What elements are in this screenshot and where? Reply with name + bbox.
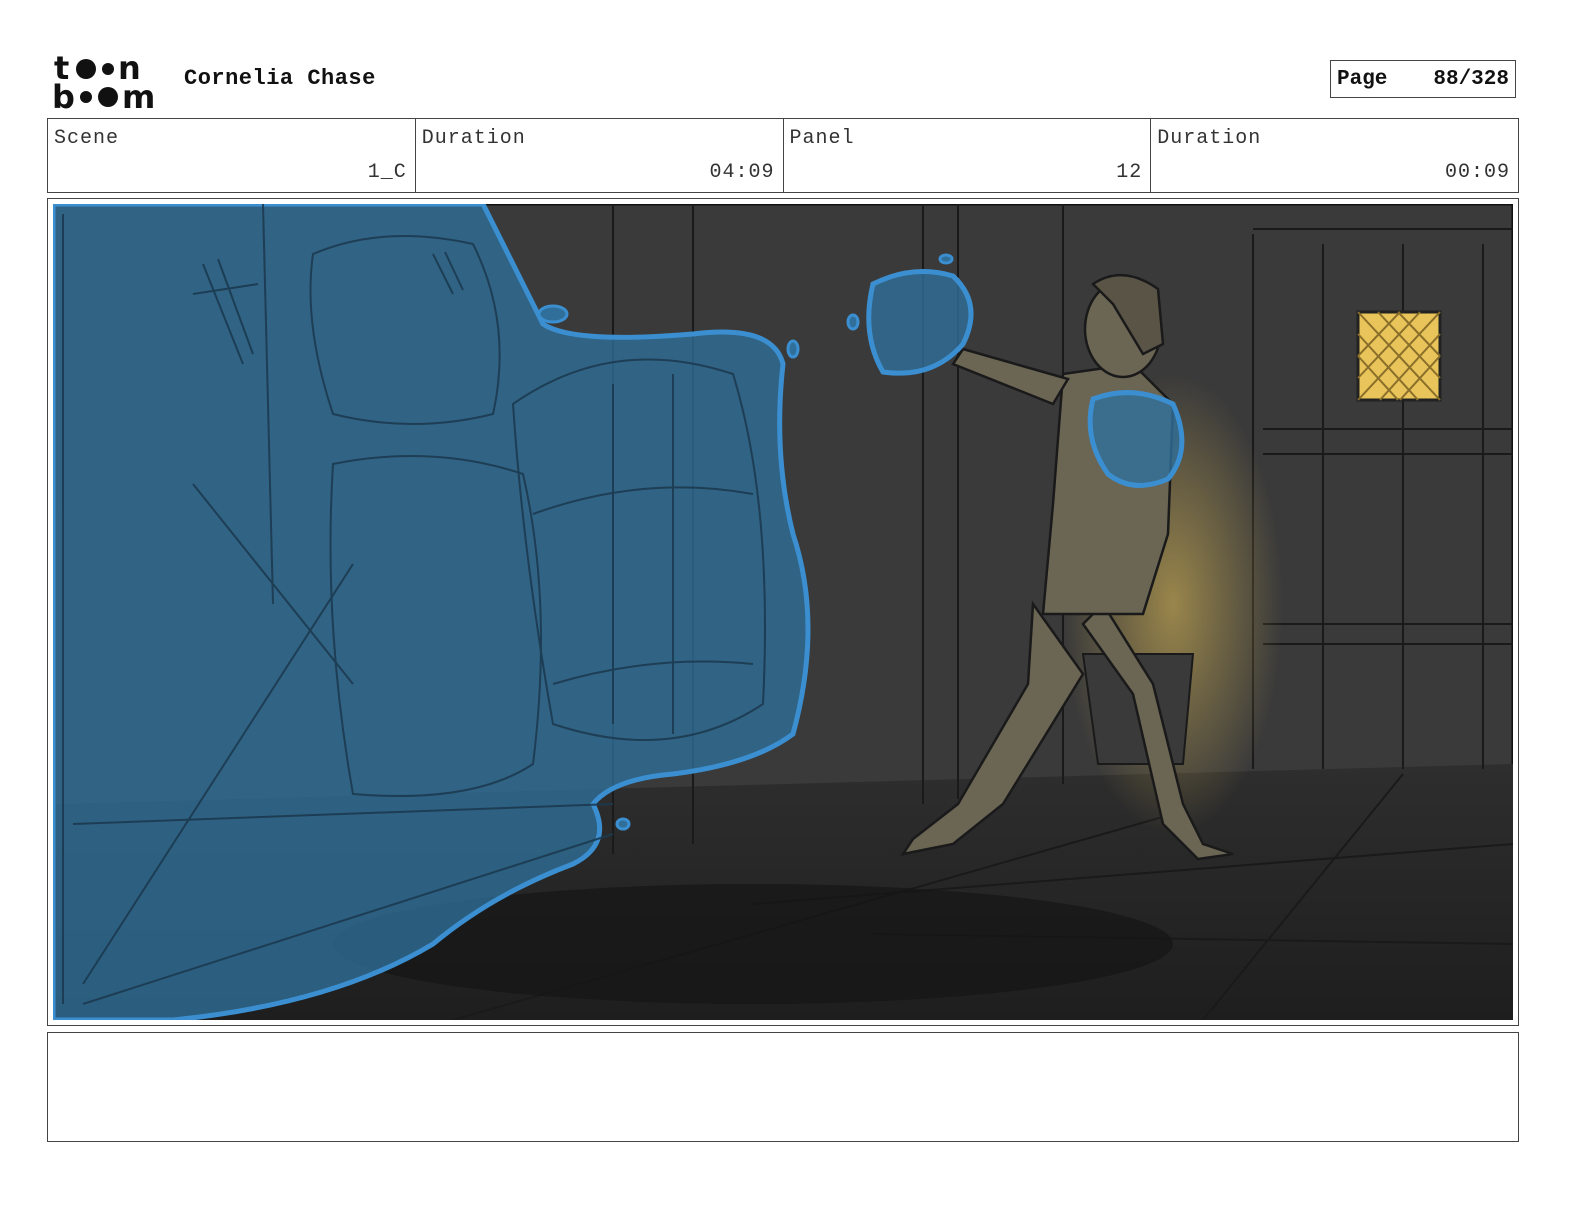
svg-text:m: m (122, 78, 155, 110)
panel-info-table: Scene 1_C Duration 04:09 Panel 12 Durati… (47, 118, 1519, 193)
toon-boom-logo-icon: t n b m (52, 52, 155, 110)
scene-duration-label: Duration (421, 127, 526, 150)
panel-duration-value: 00:09 (1444, 161, 1510, 184)
panel-duration-label: Duration (1157, 127, 1262, 150)
panel-cell: Panel 12 (784, 119, 1152, 192)
page-label: Page (1337, 67, 1388, 91)
storyboard-panel-frame (47, 198, 1519, 1026)
panel-duration-cell: Duration 00:09 (1151, 119, 1518, 192)
storyboard-panel-drawing (53, 204, 1513, 1020)
panel-notes-box[interactable] (47, 1032, 1519, 1142)
svg-text:b: b (52, 78, 75, 110)
scene-duration-value: 04:09 (709, 161, 775, 184)
scene-cell: Scene 1_C (48, 119, 416, 192)
toon-boom-logo: t n b m (52, 52, 164, 110)
panel-label: Panel (789, 127, 855, 150)
page-number: 88/328 (1433, 67, 1509, 91)
scene-duration-cell: Duration 04:09 (416, 119, 784, 192)
panel-value: 12 (1116, 161, 1143, 184)
scene-value: 1_C (367, 161, 407, 184)
scene-label: Scene (54, 127, 120, 150)
project-title: Cornelia Chase (184, 66, 376, 91)
page-indicator: Page 88/328 (1330, 60, 1516, 98)
